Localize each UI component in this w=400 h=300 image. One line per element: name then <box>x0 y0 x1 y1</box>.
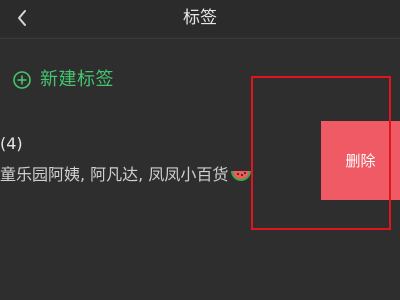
tag-members: 童乐园阿姨, 阿凡达, 凤凤小百货 <box>0 164 252 186</box>
new-tag-label: 新建标签 <box>40 69 114 90</box>
new-tag-button[interactable]: 新建标签 <box>12 66 114 94</box>
page-title: 标签 <box>183 8 217 28</box>
tag-members-text: 童乐园阿姨, 阿凡达, 凤凤小百货 <box>0 165 229 184</box>
header-divider <box>0 38 400 39</box>
tags-screen: 标签 新建标签 (4) 童乐园阿姨, 阿凡达, 凤凤小百货 删除 <box>0 0 400 300</box>
delete-button[interactable]: 删除 <box>321 121 400 200</box>
circle-plus-icon <box>13 71 31 89</box>
navigation-header: 标签 <box>0 0 400 36</box>
watermelon-icon <box>231 171 252 181</box>
tag-count: (4) <box>0 134 23 153</box>
